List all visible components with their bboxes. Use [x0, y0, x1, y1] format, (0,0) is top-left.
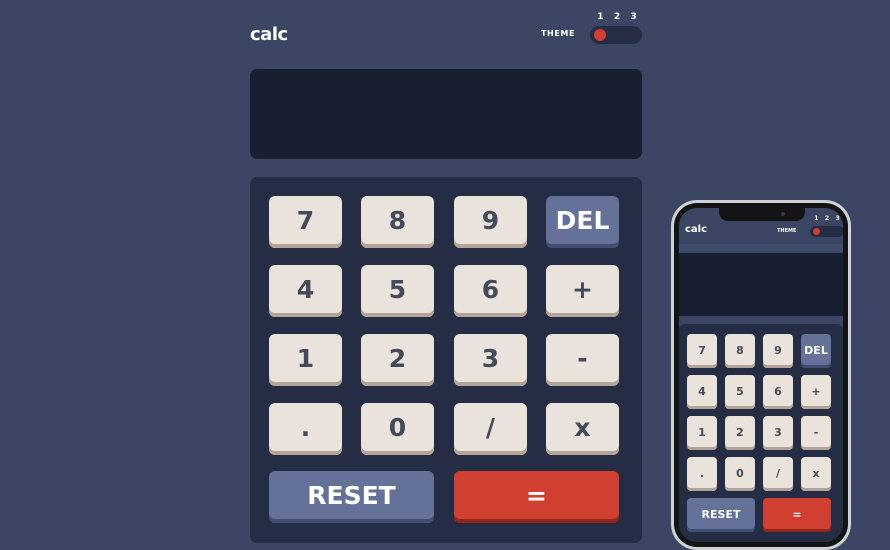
mobile-key-3[interactable]: 3 — [763, 416, 793, 450]
key-7[interactable]: 7 — [269, 196, 342, 248]
key-8[interactable]: 8 — [361, 196, 434, 248]
plus-button[interactable]: + — [546, 265, 619, 317]
mobile-reset-button[interactable]: RESET — [687, 498, 755, 532]
theme-option-3[interactable]: 3 — [631, 12, 637, 22]
mobile-app-logo: calc — [685, 224, 708, 235]
mobile-theme-numbers: 1 2 3 — [811, 215, 843, 222]
key-6[interactable]: 6 — [454, 265, 527, 317]
mobile-theme-label: THEME — [777, 228, 797, 234]
phone-notch — [719, 208, 805, 221]
mobile-key-9[interactable]: 9 — [763, 334, 793, 368]
mobile-decimal-button[interactable]: . — [687, 457, 717, 491]
mobile-divider — [679, 244, 843, 252]
key-3[interactable]: 3 — [454, 334, 527, 386]
minus-button[interactable]: - — [546, 334, 619, 386]
mobile-key-2[interactable]: 2 — [725, 416, 755, 450]
key-9[interactable]: 9 — [454, 196, 527, 248]
mobile-multiply-button[interactable]: x — [801, 457, 831, 491]
mobile-preview: calc THEME 1 2 3 7 8 9 DEL 4 5 6 + 1 2 3… — [671, 200, 851, 550]
equals-button[interactable]: = — [454, 471, 619, 523]
mobile-key-5[interactable]: 5 — [725, 375, 755, 409]
key-5[interactable]: 5 — [361, 265, 434, 317]
mobile-key-0[interactable]: 0 — [725, 457, 755, 491]
key-1[interactable]: 1 — [269, 334, 342, 386]
mobile-divide-button[interactable]: / — [763, 457, 793, 491]
mobile-theme-option-1[interactable]: 1 — [814, 215, 818, 222]
key-0[interactable]: 0 — [361, 403, 434, 455]
calculator-header: calc THEME 1 2 3 — [250, 12, 642, 54]
theme-option-2[interactable]: 2 — [614, 12, 620, 22]
mobile-screen: calc THEME 1 2 3 7 8 9 DEL 4 5 6 + 1 2 3… — [679, 208, 843, 542]
phone-bezel: calc THEME 1 2 3 7 8 9 DEL 4 5 6 + 1 2 3… — [674, 203, 848, 547]
calculator-display — [250, 69, 642, 159]
mobile-minus-button[interactable]: - — [801, 416, 831, 450]
mobile-key-6[interactable]: 6 — [763, 375, 793, 409]
theme-label: THEME — [541, 29, 576, 38]
mobile-theme-toggle[interactable] — [810, 226, 843, 237]
mobile-theme-option-3[interactable]: 3 — [836, 215, 840, 222]
mobile-theme-toggle-knob[interactable] — [813, 228, 820, 235]
mobile-equals-button[interactable]: = — [763, 498, 831, 532]
mobile-calculator-display — [679, 253, 843, 316]
mobile-delete-button[interactable]: DEL — [801, 334, 831, 368]
app-logo: calc — [250, 24, 288, 45]
mobile-key-7[interactable]: 7 — [687, 334, 717, 368]
reset-button[interactable]: RESET — [269, 471, 434, 523]
mobile-key-4[interactable]: 4 — [687, 375, 717, 409]
divide-button[interactable]: / — [454, 403, 527, 455]
mobile-key-1[interactable]: 1 — [687, 416, 717, 450]
delete-button[interactable]: DEL — [546, 196, 619, 248]
decimal-button[interactable]: . — [269, 403, 342, 455]
mobile-keypad: 7 8 9 DEL 4 5 6 + 1 2 3 - . 0 / x RESET … — [679, 324, 843, 542]
multiply-button[interactable]: x — [546, 403, 619, 455]
key-4[interactable]: 4 — [269, 265, 342, 317]
key-2[interactable]: 2 — [361, 334, 434, 386]
mobile-theme-option-2[interactable]: 2 — [825, 215, 829, 222]
theme-numbers: 1 2 3 — [592, 12, 642, 22]
theme-option-1[interactable]: 1 — [597, 12, 603, 22]
theme-toggle-knob[interactable] — [594, 29, 606, 41]
keypad: 7 8 9 DEL 4 5 6 + 1 2 3 - . 0 / x RESET … — [250, 177, 642, 543]
mobile-key-8[interactable]: 8 — [725, 334, 755, 368]
theme-toggle[interactable] — [590, 26, 642, 44]
camera-icon — [781, 212, 785, 216]
mobile-plus-button[interactable]: + — [801, 375, 831, 409]
